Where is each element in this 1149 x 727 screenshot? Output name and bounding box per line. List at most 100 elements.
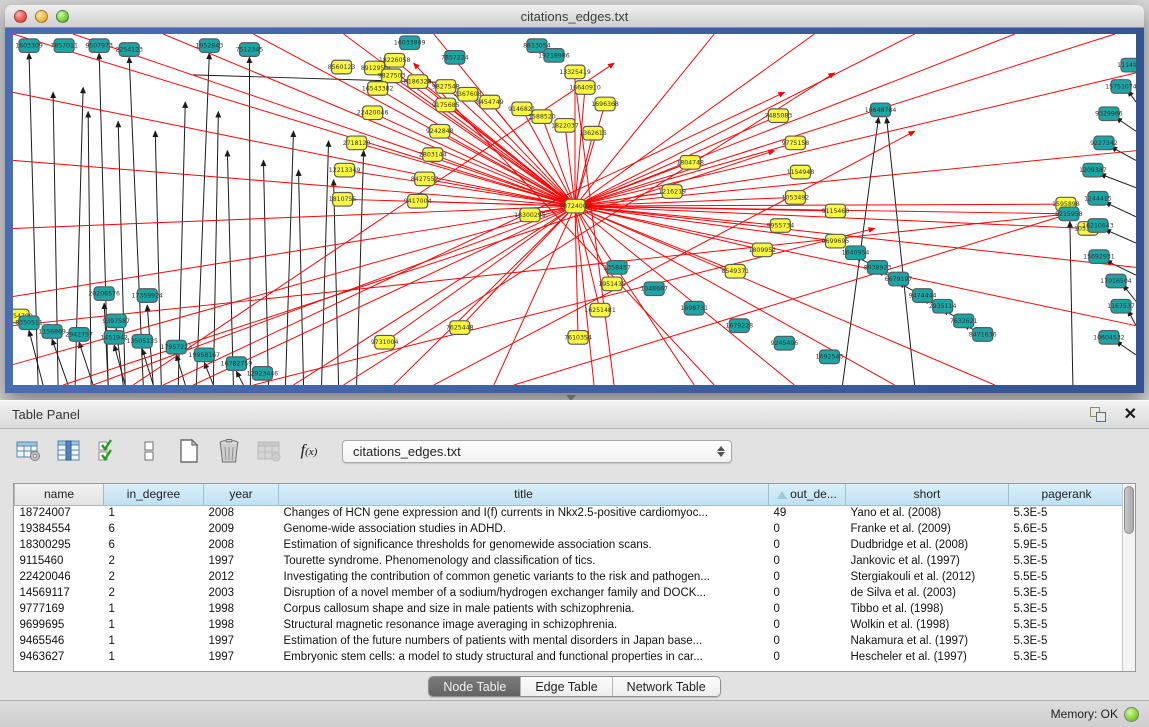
graph-node[interactable]: 2935114 — [929, 299, 957, 313]
unselect-all-button[interactable] — [134, 436, 164, 466]
tab-network-table[interactable]: Network Table — [613, 677, 720, 696]
column-header-indegree[interactable]: in_degree — [104, 484, 204, 505]
graph-node[interactable]: 1156869 — [38, 325, 66, 339]
selected-node[interactable]: 2803144 — [419, 148, 447, 162]
table-row[interactable]: 2242004622012Investigating the contribut… — [15, 569, 1123, 585]
graph-node[interactable]: 13505135 — [126, 334, 158, 348]
delete-column-button[interactable] — [214, 436, 244, 466]
window-titlebar[interactable]: citations_edges.txt — [5, 5, 1144, 28]
selected-node[interactable]: 1810755 — [329, 192, 357, 206]
graph-node[interactable]: 9245406 — [771, 336, 799, 350]
graph-node[interactable]: 20206576 — [88, 287, 120, 301]
selected-node[interactable]: 9175685 — [432, 98, 460, 112]
table-row[interactable]: 946554611997Estimation of the future num… — [15, 633, 1123, 649]
selected-node[interactable]: 1696368 — [591, 97, 619, 111]
graph-node[interactable]: 6679197 — [885, 272, 913, 286]
graph-node[interactable]: 7857011 — [50, 39, 78, 53]
selected-node[interactable]: 8427552 — [411, 172, 439, 186]
table-selector-dropdown[interactable]: citations_edges.txt — [342, 440, 732, 463]
selected-node[interactable]: 16640910 — [569, 81, 601, 95]
graph-node[interactable]: 1952843 — [196, 39, 224, 53]
selected-node[interactable]: 7610354 — [564, 331, 592, 345]
column-header-short[interactable]: short — [846, 484, 1009, 505]
graph-node[interactable]: 1114957 — [1117, 58, 1136, 72]
table-row[interactable]: 1830029562008Estimation of significance … — [15, 537, 1123, 553]
graph-node[interactable]: 1603309 — [15, 39, 43, 53]
graph-node[interactable]: 1679228 — [725, 319, 753, 333]
selected-node[interactable]: 1804748 — [676, 156, 704, 170]
show-columns-button[interactable] — [54, 436, 84, 466]
selected-node[interactable]: 16251481 — [584, 303, 616, 317]
graph-node[interactable]: 15751074 — [1105, 80, 1136, 94]
table-settings-button[interactable] — [14, 436, 44, 466]
graph-node[interactable]: 9507973 — [85, 39, 113, 53]
selected-node[interactable]: 1362615 — [579, 126, 607, 140]
graph-node[interactable]: 16033809 — [394, 36, 426, 50]
selected-node[interactable]: 8549371 — [721, 264, 749, 278]
graph-node[interactable]: 9329966 — [1095, 107, 1123, 121]
table-row[interactable]: 911546021997Tourette syndrome. Phenomeno… — [15, 553, 1123, 569]
graph-node[interactable]: 1048667 — [640, 282, 668, 296]
citation-network-graph[interactable]: 1830029589129551822605898275038186328982… — [13, 34, 1136, 385]
graph-node[interactable]: 19958167 — [189, 348, 221, 362]
graph-node[interactable]: 1209387 — [1079, 163, 1107, 177]
graph-node[interactable]: 9474444 — [909, 289, 937, 303]
selected-node[interactable]: 1822037 — [551, 119, 579, 133]
table-row[interactable]: 1872400712008Changes of HCN gene express… — [15, 505, 1123, 521]
selected-node[interactable]: 8560123 — [328, 60, 356, 74]
selected-node[interactable]: 9699695 — [822, 234, 850, 248]
selected-node[interactable]: 7485083 — [765, 109, 793, 123]
selected-node[interactable]: 9775158 — [782, 136, 810, 150]
new-table-button[interactable] — [174, 436, 204, 466]
close-panel-icon[interactable]: ✕ — [1124, 407, 1137, 423]
selected-node[interactable]: 1053492 — [782, 191, 810, 205]
graph-node[interactable]: 2254123 — [115, 43, 143, 57]
selected-node[interactable]: 12213349 — [329, 163, 361, 177]
graph-node[interactable]: 1698731 — [680, 301, 708, 315]
graph-node[interactable]: 8938923 — [864, 261, 892, 275]
tab-node-table[interactable]: Node Table — [429, 677, 521, 696]
selected-node[interactable]: 9827503 — [378, 69, 406, 83]
table-row[interactable]: 1938455462009Genome-wide association stu… — [15, 521, 1123, 537]
graph-node[interactable]: 9397587 — [102, 314, 130, 328]
graph-node[interactable]: 7512345 — [236, 43, 264, 57]
graph-node[interactable]: 16782759 — [221, 357, 253, 371]
selected-node[interactable]: 1809952 — [749, 243, 777, 257]
function-builder-button[interactable]: f(x) — [294, 436, 324, 466]
selected-node[interactable]: 1154948 — [787, 165, 815, 179]
graph-node[interactable]: 1451942 — [100, 331, 128, 345]
network-canvas[interactable]: 1830029589129551822605898275038186328982… — [13, 34, 1136, 385]
graph-node[interactable]: 2942757 — [65, 328, 93, 342]
column-header-name[interactable]: name — [15, 484, 104, 505]
graph-node[interactable]: 7632621 — [950, 314, 978, 328]
graph-node[interactable]: 9227342 — [1090, 136, 1118, 150]
selected-node[interactable]: 13325419 — [559, 65, 591, 79]
graph-node[interactable]: 7857224 — [441, 51, 469, 65]
graph-node[interactable]: 15692931 — [1083, 250, 1115, 264]
selected-node[interactable]: 9242848 — [426, 124, 454, 138]
vertical-scrollbar[interactable] — [1122, 484, 1135, 671]
graph-node[interactable]: 8471636 — [969, 328, 997, 342]
select-all-button[interactable] — [94, 436, 124, 466]
column-header-outde[interactable]: out_de... — [769, 484, 846, 505]
column-header-year[interactable]: year — [204, 484, 279, 505]
selected-node[interactable]: 8454749 — [476, 95, 504, 109]
selected-node[interactable]: 1951435 — [598, 277, 626, 291]
selected-node[interactable]: 2718120 — [343, 136, 371, 150]
graph-node[interactable]: 10604532 — [1093, 331, 1125, 345]
column-header-title[interactable]: title — [279, 484, 769, 505]
graph-node[interactable]: 8215958 — [1055, 207, 1083, 221]
selected-node[interactable]: 8186328 — [404, 75, 432, 89]
graph-node[interactable]: 1640954 — [842, 246, 870, 260]
graph-node[interactable]: 1167537 — [1107, 299, 1135, 313]
graph-node[interactable]: 17359924 — [131, 289, 163, 303]
table-row[interactable]: 969969511998Structural magnetic resonanc… — [15, 617, 1123, 633]
selected-node[interactable]: 1216219 — [658, 185, 686, 199]
graph-node[interactable]: 17016504 — [1100, 274, 1132, 288]
selected-node[interactable]: 7625448 — [446, 321, 474, 335]
table-row[interactable]: 1456911722003Disruption of a novel membe… — [15, 585, 1123, 601]
graph-node[interactable]: 1358457 — [603, 261, 631, 275]
table-row[interactable]: 946362711997Embryonic stem cells: a mode… — [15, 649, 1123, 665]
scrollbar-thumb[interactable] — [1124, 486, 1134, 534]
selected-node[interactable]: 9955734 — [767, 219, 795, 233]
